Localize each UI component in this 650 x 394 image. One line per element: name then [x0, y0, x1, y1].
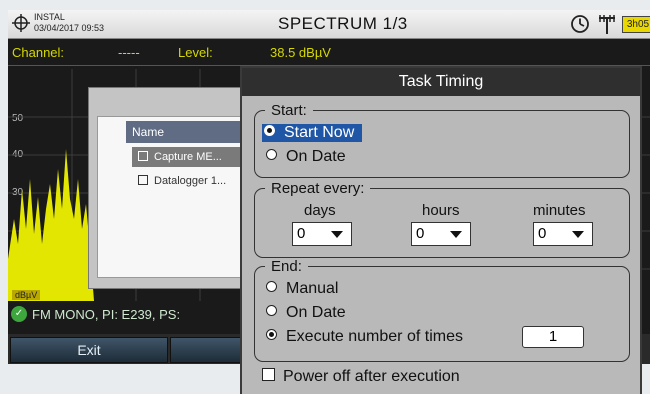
end-legend: End: [271, 258, 302, 275]
checkbox-icon[interactable] [262, 368, 275, 381]
file-list-dialog: Name Capture ME... Datalogger 1... [88, 87, 260, 289]
repeat-group: Repeat every: [254, 180, 630, 258]
dropdown-arrow-icon [331, 231, 343, 238]
end-execute-times-label: Execute number of times [286, 328, 463, 345]
end-on-date-label: On Date [286, 304, 346, 321]
start-on-date-label: On Date [286, 148, 346, 165]
end-manual-label: Manual [286, 280, 339, 297]
radio-icon [266, 281, 277, 292]
days-value: 0 [297, 225, 306, 242]
hours-label: hours [422, 202, 460, 219]
radio-selected-icon [266, 329, 277, 340]
start-on-date-radio[interactable]: On Date [266, 148, 346, 166]
start-now-label: Start Now [284, 124, 355, 141]
level-value: 38.5 dBµV [270, 45, 331, 60]
gps-icon [12, 14, 30, 32]
date-time: 03/04/2017 09:53 [34, 23, 105, 33]
power-off-label: Power off after execution [283, 368, 460, 385]
file-name: Capture ME... [154, 151, 222, 163]
clock-icon [571, 15, 589, 33]
channel-value: ----- [118, 45, 140, 60]
minutes-select[interactable]: 0 [533, 222, 593, 246]
file-name: Datalogger 1... [154, 175, 227, 187]
meter-screen: INSTAL 03/04/2017 09:53 SPECTRUM 1/3 3h0… [0, 0, 650, 394]
power-off-checkbox[interactable]: Power off after execution [262, 368, 460, 386]
installation-label: INSTAL [34, 12, 65, 22]
exit-softkey[interactable]: Exit [10, 337, 168, 363]
file-list: Name Capture ME... Datalogger 1... [97, 116, 259, 278]
dropdown-arrow-icon [572, 231, 584, 238]
level-label: Level: [178, 45, 213, 60]
radio-icon [266, 149, 277, 160]
end-execute-times-radio[interactable]: Execute number of times [266, 328, 463, 346]
name-column-header[interactable]: Name [126, 121, 258, 143]
task-timing-dialog: Task Timing Start: Start Now On Date Rep… [240, 66, 642, 394]
battery-icon: 3h05 [622, 16, 650, 33]
dialog-title: Task Timing [242, 68, 640, 96]
repeat-legend: Repeat every: [271, 180, 365, 197]
hours-value: 0 [416, 225, 425, 242]
radio-icon [266, 305, 277, 316]
minutes-label: minutes [533, 202, 586, 219]
radio-selected-icon [264, 125, 275, 136]
start-legend: Start: [271, 102, 307, 119]
execute-times-input[interactable]: 1 [522, 326, 584, 348]
start-now-radio[interactable]: Start Now [262, 124, 363, 142]
checkbox-icon[interactable] [138, 175, 148, 185]
hours-select[interactable]: 0 [411, 222, 471, 246]
channel-label: Channel: [12, 45, 65, 60]
minutes-value: 0 [538, 225, 547, 242]
checkbox-icon[interactable] [138, 151, 148, 161]
status-bar: INSTAL 03/04/2017 09:53 SPECTRUM 1/3 3h0… [8, 10, 650, 39]
screen-title: SPECTRUM 1/3 [278, 14, 408, 33]
antenna-icon [599, 15, 615, 34]
rds-status-icon: ✓ [11, 306, 27, 322]
rds-info: FM MONO, PI: E239, PS: [32, 307, 181, 322]
unit-tag: dBµV [12, 290, 41, 300]
days-label: days [304, 202, 336, 219]
end-manual-radio[interactable]: Manual [266, 280, 338, 298]
dropdown-arrow-icon [450, 231, 462, 238]
days-select[interactable]: 0 [292, 222, 352, 246]
end-on-date-radio[interactable]: On Date [266, 304, 346, 322]
